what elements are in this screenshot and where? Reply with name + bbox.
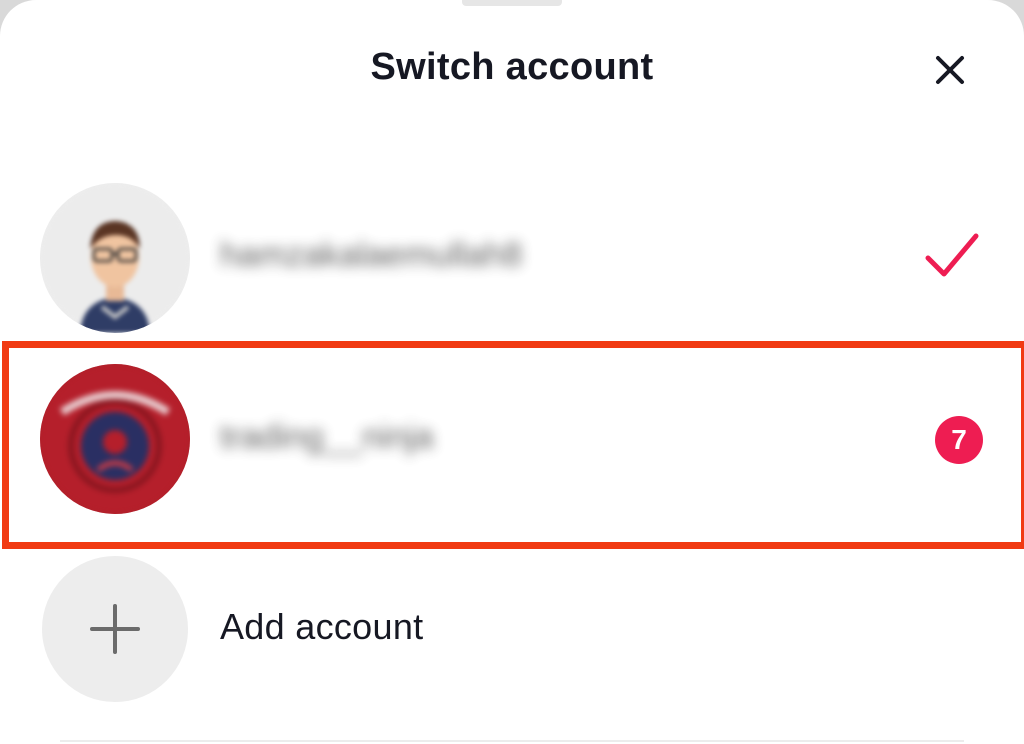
checkmark-icon: [925, 233, 979, 277]
close-icon: [936, 56, 964, 84]
switch-account-sheet: Switch account hamzakalaemullah8 trading…: [0, 0, 1024, 744]
close-button[interactable]: [920, 40, 980, 100]
page-title: Switch account: [370, 46, 654, 88]
add-account-label[interactable]: Add account: [220, 606, 423, 648]
account-row-current[interactable]: hamzakalaemullah8: [0, 178, 1024, 338]
profile-avatar-icon: [40, 183, 190, 333]
plus-icon: [90, 604, 140, 654]
avatar: [40, 183, 190, 333]
add-account-avatar[interactable]: [42, 556, 188, 702]
account-username: hamzakalaemullah8: [220, 236, 523, 274]
notification-badge: 7: [935, 416, 983, 464]
avatar: [40, 364, 190, 514]
profile-avatar-icon: [40, 364, 190, 514]
account-row-trading[interactable]: trading__ninja 7: [0, 360, 1024, 520]
divider: [60, 740, 964, 742]
sheet-grabber[interactable]: [462, 0, 562, 6]
account-username: trading__ninja: [220, 418, 434, 456]
